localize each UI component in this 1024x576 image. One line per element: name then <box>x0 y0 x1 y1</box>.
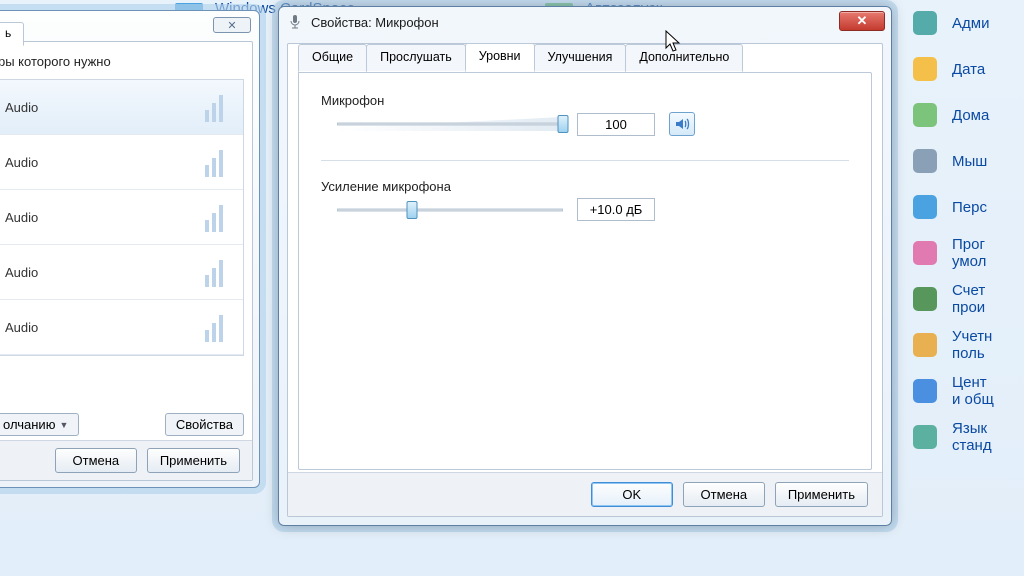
cp-item[interactable]: Адми <box>904 2 1024 44</box>
cp-item[interactable]: Учетн поль <box>904 324 1024 366</box>
close-button[interactable]: ✕ <box>213 17 251 33</box>
cp-item-label: Язык станд <box>952 420 992 454</box>
tab-listen[interactable]: Прослушать <box>366 44 466 72</box>
device-name: Audio <box>5 320 38 335</box>
tab-enhancements[interactable]: Улучшения <box>534 44 627 72</box>
button-label: OK <box>622 487 641 502</box>
button-label: Отмена <box>701 487 748 502</box>
level-meter-icon <box>205 147 231 177</box>
cp-icon <box>908 6 942 40</box>
level-meter-icon <box>205 92 231 122</box>
cp-icon <box>908 190 942 224</box>
device-list[interactable]: Audio Audio Audio Audio Audio <box>0 79 244 356</box>
cp-icon <box>908 52 942 86</box>
mic-boost-value[interactable]: +10.0 дБ <box>577 198 655 221</box>
cp-icon <box>908 328 942 362</box>
tab-strip: Общие Прослушать Уровни Улучшения Дополн… <box>298 43 742 71</box>
device-row[interactable]: Audio <box>0 300 243 355</box>
mic-level-value[interactable]: 100 <box>577 113 655 136</box>
separator <box>321 160 849 161</box>
instruction-text: ры которого нужно <box>0 54 252 69</box>
level-meter-icon <box>205 202 231 232</box>
tab-label: Дополнительно <box>639 50 729 64</box>
device-row[interactable]: Audio <box>0 245 243 300</box>
ok-button[interactable]: OK <box>591 482 673 507</box>
cp-item[interactable]: Прог умол <box>904 232 1024 274</box>
cp-item[interactable]: Цент и общ <box>904 370 1024 412</box>
close-button[interactable]: ✕ <box>839 11 885 31</box>
cp-icon <box>908 282 942 316</box>
cp-icon <box>908 374 942 408</box>
cp-item[interactable]: Счет прои <box>904 278 1024 320</box>
titlebar[interactable]: Свойства: Микрофон <box>279 7 891 37</box>
tab-label: Прослушать <box>380 50 452 64</box>
cp-item[interactable]: Язык станд <box>904 416 1024 458</box>
device-row[interactable]: Audio <box>0 135 243 190</box>
chevron-down-icon: ▼ <box>59 420 68 430</box>
level-meter-icon <box>205 257 231 287</box>
cp-item[interactable]: Дома <box>904 94 1024 136</box>
tab-advanced[interactable]: Дополнительно <box>625 44 743 72</box>
cp-item-label: Дома <box>952 107 989 124</box>
cp-item-label: Мыш <box>952 153 987 170</box>
device-row[interactable]: Audio <box>0 190 243 245</box>
tab-levels[interactable]: Уровни <box>465 43 535 71</box>
device-name: Audio <box>5 155 38 170</box>
button-label: Свойства <box>176 417 233 432</box>
cp-item-label: Адми <box>952 15 989 32</box>
default-dropdown-button[interactable]: олчанию ▼ <box>0 413 79 436</box>
cp-item[interactable]: Дата <box>904 48 1024 90</box>
button-label: Применить <box>788 487 855 502</box>
cp-item-label: Счет прои <box>952 282 985 316</box>
cp-item-label: Цент и общ <box>952 374 994 408</box>
slider-thumb[interactable] <box>558 115 569 133</box>
cancel-button[interactable]: Отмена <box>683 482 765 507</box>
microphone-icon <box>287 14 303 30</box>
cp-item[interactable]: Мыш <box>904 140 1024 182</box>
mic-level-slider[interactable] <box>337 113 563 135</box>
level-meter-icon <box>205 312 231 342</box>
cp-icon <box>908 98 942 132</box>
window-title: Свойства: Микрофон <box>311 15 439 30</box>
device-name: Audio <box>5 265 38 280</box>
device-name: Audio <box>5 210 38 225</box>
cp-item-label: Прог умол <box>952 236 986 270</box>
cp-item-label: Учетн поль <box>952 328 992 362</box>
apply-button[interactable]: Применить <box>775 482 868 507</box>
cp-icon <box>908 420 942 454</box>
mic-boost-label: Усиление микрофона <box>321 179 849 194</box>
button-label: олчанию <box>3 417 55 432</box>
mic-boost-slider[interactable] <box>337 199 563 221</box>
cp-item[interactable]: Перс <box>904 186 1024 228</box>
tab-label: ь <box>5 26 11 40</box>
button-label: Отмена <box>73 453 120 468</box>
sound-window: ✕ ь ры которого нужно Audio Audio Audio … <box>0 10 260 488</box>
button-label: Применить <box>160 453 227 468</box>
tab-label: Уровни <box>479 49 521 63</box>
cp-icon <box>908 236 942 270</box>
cp-icon <box>908 144 942 178</box>
tab-label: Общие <box>312 50 353 64</box>
tab-label: Улучшения <box>548 50 613 64</box>
levels-pane: Микрофон 100 Усиление микрофона <box>298 72 872 470</box>
device-row[interactable]: Audio <box>0 80 243 135</box>
cp-item-label: Перс <box>952 199 987 216</box>
mute-button[interactable] <box>669 112 695 136</box>
tab-general[interactable]: Общие <box>298 44 367 72</box>
mic-level-label: Микрофон <box>321 93 849 108</box>
speaker-icon <box>674 116 690 132</box>
properties-button[interactable]: Свойства <box>165 413 244 436</box>
slider-thumb[interactable] <box>406 201 417 219</box>
device-name: Audio <box>5 100 38 115</box>
cp-item-label: Дата <box>952 61 985 78</box>
mic-properties-window: Свойства: Микрофон ✕ Общие Прослушать Ур… <box>278 6 892 526</box>
apply-button[interactable]: Применить <box>147 448 240 473</box>
tab-record[interactable]: ь <box>0 22 24 46</box>
cancel-button[interactable]: Отмена <box>55 448 137 473</box>
